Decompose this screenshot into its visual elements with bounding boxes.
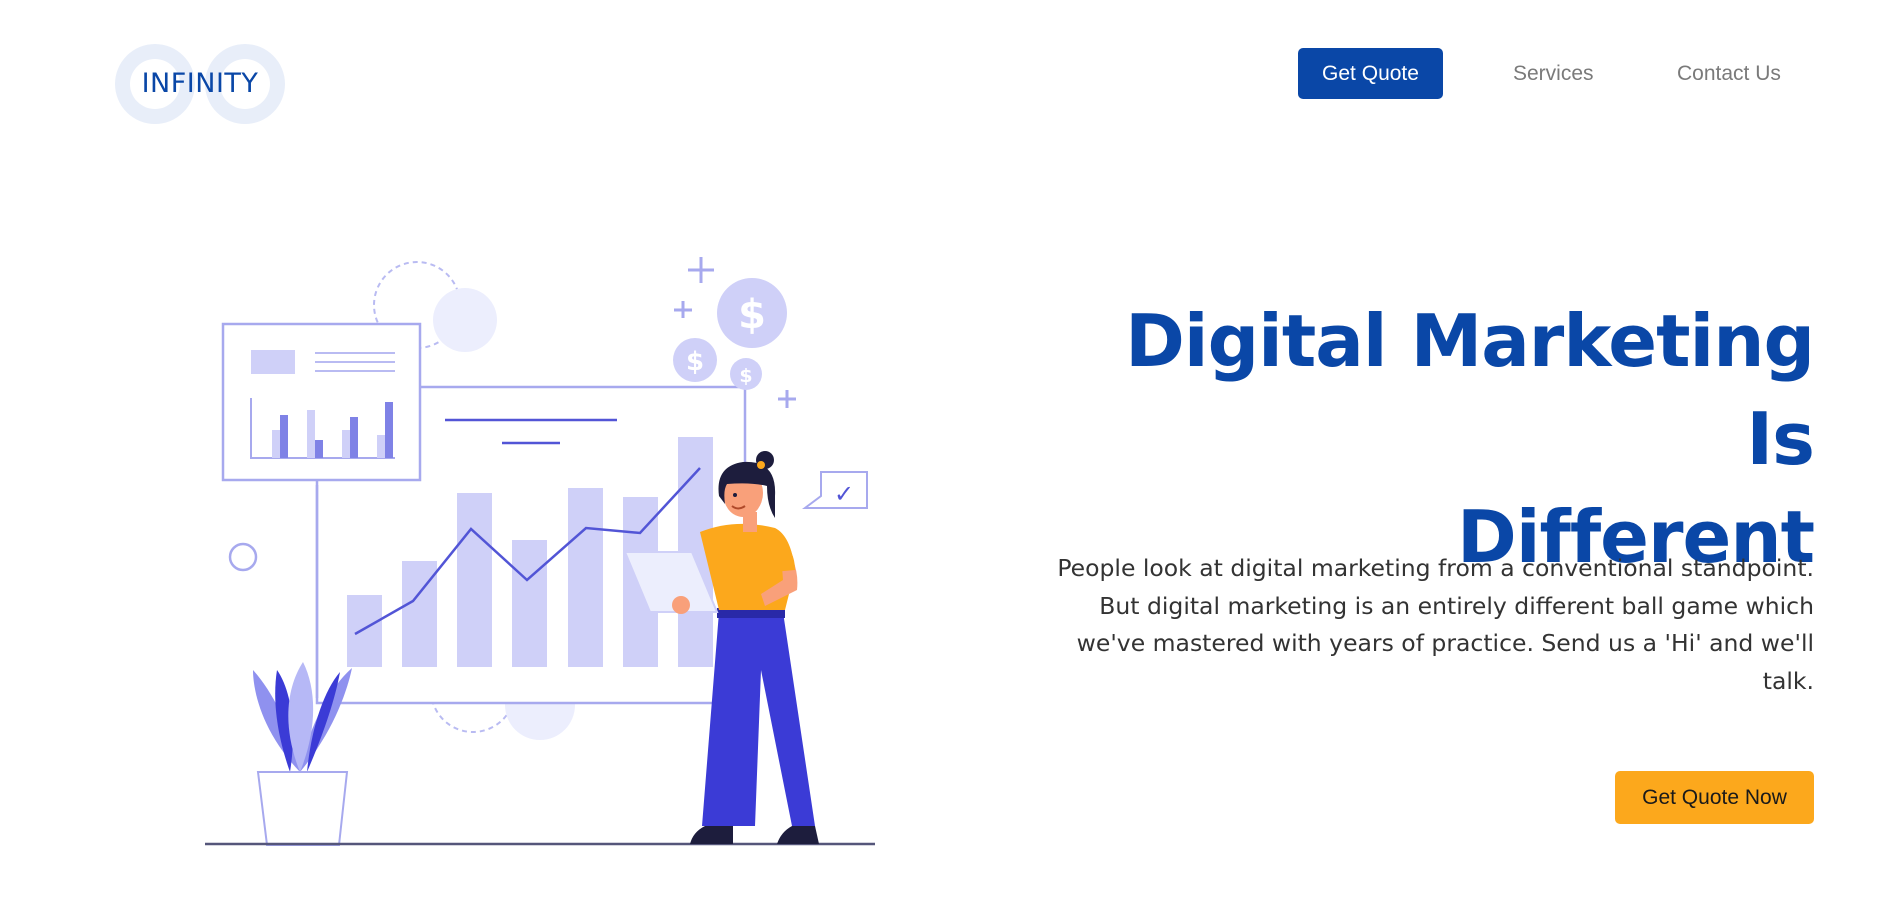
hero-illustration: $ $ $ ✓ [195, 250, 885, 850]
nav-services-link[interactable]: Services [1513, 48, 1594, 99]
check-bubble-icon: ✓ [802, 471, 868, 509]
dollar-coin-icon: $ $ $ [673, 278, 787, 390]
svg-text:✓: ✓ [834, 480, 854, 508]
hero-title: Digital Marketing Is Different [1040, 292, 1815, 586]
svg-text:$: $ [686, 347, 704, 377]
svg-text:$: $ [738, 292, 766, 338]
logo[interactable]: INFINITY [113, 42, 287, 126]
plant-icon [253, 662, 352, 846]
hero-title-line-1: Digital Marketing Is [1125, 299, 1815, 481]
hero-description: People look at digital marketing from a … [1057, 554, 1814, 695]
nav-contact-link[interactable]: Contact Us [1677, 48, 1781, 99]
logo-text: INFINITY [141, 68, 259, 99]
get-quote-now-button[interactable]: Get Quote Now [1615, 771, 1814, 824]
get-quote-button[interactable]: Get Quote [1298, 48, 1443, 99]
svg-text:$: $ [739, 365, 752, 387]
